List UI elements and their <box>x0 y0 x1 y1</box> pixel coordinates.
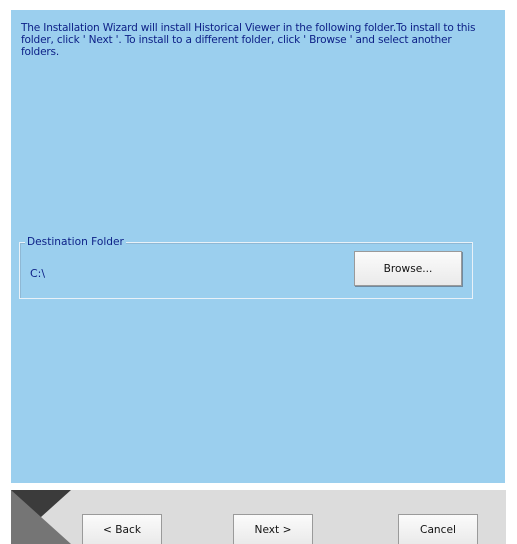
back-button[interactable]: < Back <box>82 514 162 544</box>
installer-window: The Installation Wizard will install His… <box>0 0 517 544</box>
content-panel: The Installation Wizard will install His… <box>11 10 505 483</box>
destination-path: C:\ <box>30 267 46 280</box>
destination-folder-label: Destination Folder <box>25 236 126 249</box>
destination-folder-group: Destination Folder C:\ Browse... <box>19 236 473 299</box>
next-button[interactable]: Next > <box>233 514 313 544</box>
wizard-footer: < Back Next > Cancel <box>11 490 506 544</box>
intro-text: The Installation Wizard will install His… <box>21 22 476 58</box>
browse-button[interactable]: Browse... <box>354 251 462 286</box>
footer-corner-decoration <box>11 490 71 544</box>
cancel-button[interactable]: Cancel <box>398 514 478 544</box>
